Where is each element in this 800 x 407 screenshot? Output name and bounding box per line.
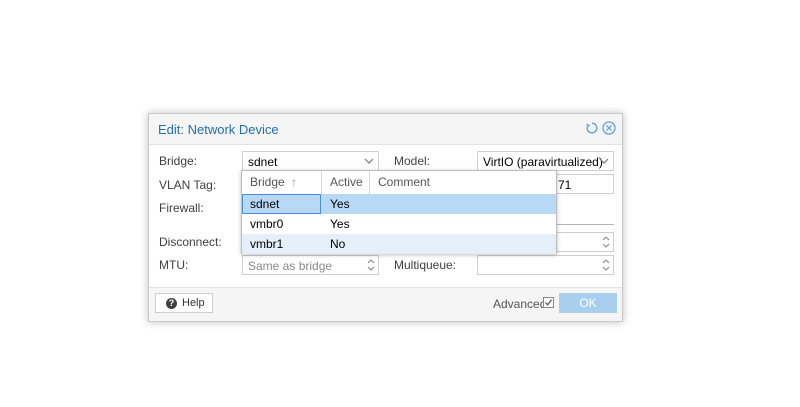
chevron-down-icon[interactable] <box>360 152 378 170</box>
sort-ascending-icon: ↑ <box>291 175 298 189</box>
help-button[interactable]: ? Help <box>155 293 213 313</box>
dialog-header: Edit: Network Device <box>149 114 622 145</box>
reset-icon[interactable] <box>585 121 599 135</box>
bridge-picker-grid: Bridge ↑ Active Comment sdnet Yes vmbr0 … <box>241 170 557 254</box>
mtu-spinner-icon[interactable] <box>366 257 376 273</box>
column-header-bridge-label: Bridge <box>250 175 285 189</box>
multiqueue-spinner-icon[interactable] <box>601 257 611 273</box>
ok-button[interactable]: OK <box>559 293 617 313</box>
advanced-checkbox[interactable] <box>543 297 554 308</box>
disconnect-label: Disconnect: <box>159 235 222 249</box>
model-combobox[interactable]: VirtIO (paravirtualized) <box>477 151 614 171</box>
spinner-icon[interactable] <box>601 234 611 250</box>
bridge-cell: sdnet <box>250 197 280 211</box>
firewall-label: Firewall: <box>159 201 204 215</box>
dialog-title: Edit: Network Device <box>158 122 279 137</box>
bridge-label: Bridge: <box>159 154 198 168</box>
bridge-combobox[interactable]: sdnet <box>242 151 379 171</box>
table-row[interactable]: vmbr1 No <box>242 234 556 254</box>
model-value: VirtIO (paravirtualized) <box>483 155 603 169</box>
vlan-tag-label: VLAN Tag: <box>159 178 217 192</box>
mtu-label: MTU: <box>159 258 189 272</box>
mac-address-value: 71 <box>558 178 572 192</box>
multiqueue-label: Multiqueue: <box>394 258 457 272</box>
mtu-placeholder: Same as bridge <box>248 259 333 273</box>
question-circle-icon: ? <box>166 298 177 309</box>
close-icon[interactable] <box>602 121 616 135</box>
multiqueue-field[interactable] <box>477 255 614 275</box>
grid-header: Bridge ↑ Active Comment <box>242 171 556 195</box>
active-cell: No <box>330 237 346 251</box>
dialog-footer: ? Help Advanced OK <box>149 287 622 321</box>
chevron-down-icon[interactable] <box>595 152 613 170</box>
active-cell: Yes <box>330 217 350 231</box>
bridge-cell: vmbr0 <box>250 217 284 231</box>
table-row[interactable]: vmbr0 Yes <box>242 214 556 234</box>
bridge-value: sdnet <box>248 155 278 169</box>
help-button-label: Help <box>182 297 205 309</box>
table-row[interactable]: sdnet Yes <box>242 194 556 214</box>
column-header-bridge[interactable]: Bridge ↑ <box>242 171 322 194</box>
model-label: Model: <box>394 154 431 168</box>
column-header-active[interactable]: Active <box>322 171 370 194</box>
mtu-field[interactable]: Same as bridge <box>242 255 379 275</box>
bridge-cell: vmbr1 <box>250 237 284 251</box>
advanced-label: Advanced <box>493 297 547 311</box>
column-header-comment[interactable]: Comment <box>370 171 556 194</box>
active-cell: Yes <box>330 197 350 211</box>
